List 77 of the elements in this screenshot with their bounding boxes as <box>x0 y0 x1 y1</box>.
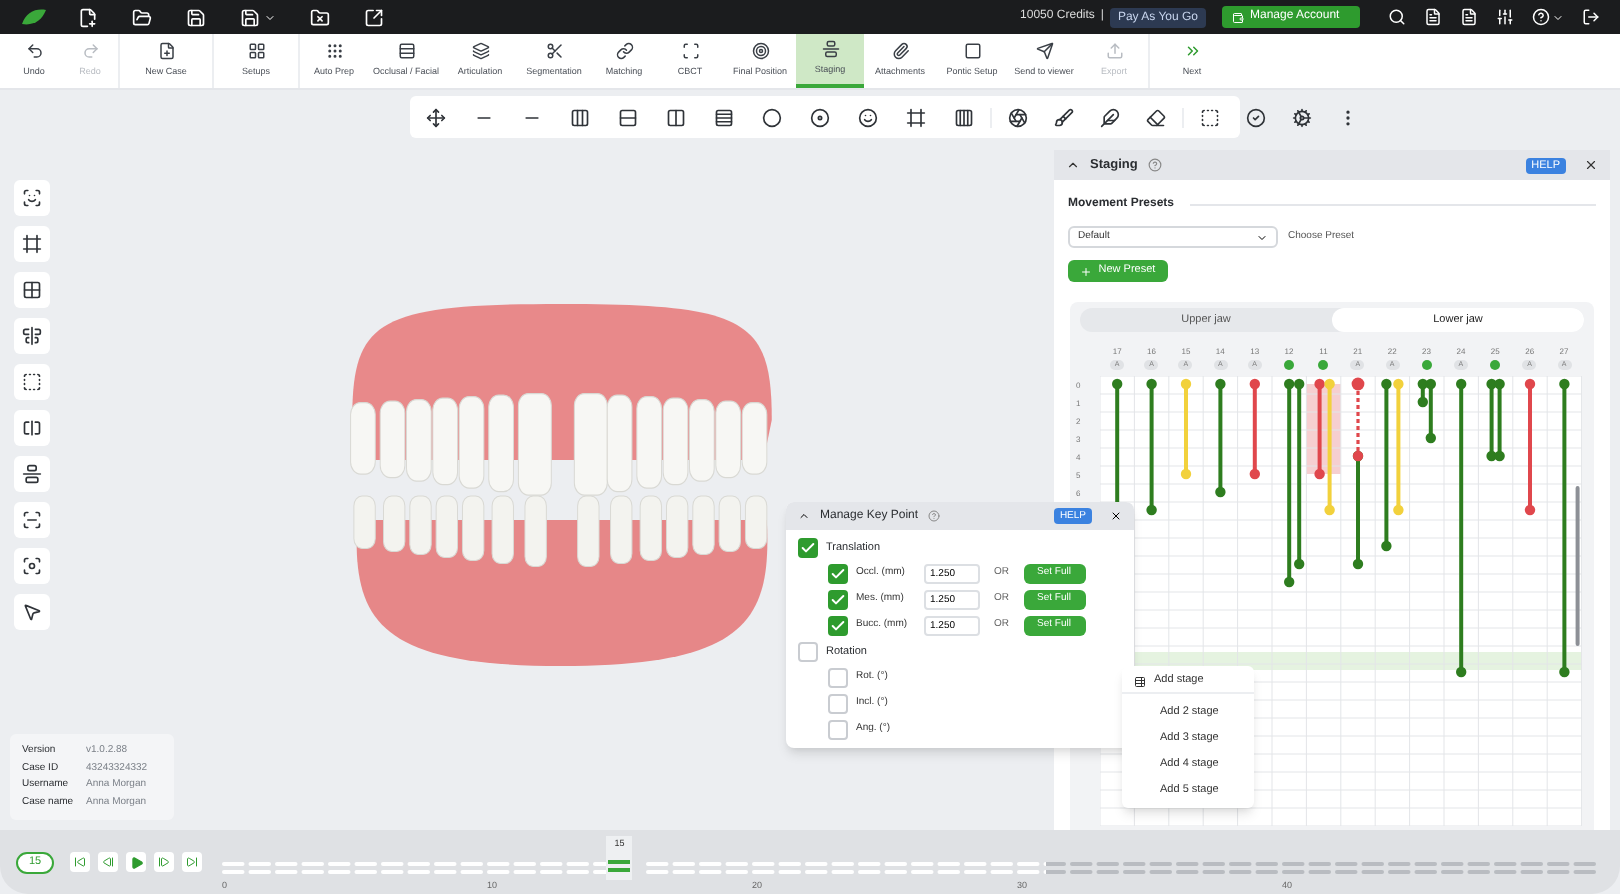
close-icon[interactable] <box>1584 158 1598 172</box>
upload-icon <box>1105 42 1123 61</box>
align-icon <box>22 326 42 346</box>
checkbox[interactable] <box>798 642 818 662</box>
side-tool-button[interactable] <box>14 548 50 584</box>
document-icon[interactable] <box>1460 8 1478 26</box>
leaf-logo-icon <box>20 8 48 26</box>
split-icon <box>22 418 42 438</box>
wheel-icon[interactable] <box>1008 107 1028 127</box>
side-tool-button[interactable] <box>14 594 50 630</box>
table-icon <box>1134 675 1146 687</box>
grid-icon <box>247 42 265 61</box>
first-stage-button[interactable] <box>70 852 90 872</box>
external-link-icon[interactable] <box>364 7 384 27</box>
chevrons-icon <box>1183 42 1201 61</box>
link-icon <box>615 42 633 61</box>
play-button[interactable] <box>126 852 146 872</box>
eraser-icon[interactable] <box>1146 107 1166 127</box>
align-icon <box>22 464 42 484</box>
last-stage-button[interactable] <box>182 852 202 872</box>
dots-icon <box>325 42 343 61</box>
collapse-icon[interactable] <box>798 510 810 522</box>
side-tool-button[interactable] <box>14 502 50 538</box>
check-circle-icon[interactable] <box>1246 107 1266 127</box>
sliders-icon[interactable] <box>1496 8 1514 26</box>
checkbox[interactable] <box>828 720 848 740</box>
folder-icon[interactable] <box>132 7 152 27</box>
side-tool-button[interactable] <box>14 364 50 400</box>
checkbox[interactable] <box>828 694 848 714</box>
search-icon[interactable] <box>1388 8 1406 26</box>
square-icon <box>963 42 981 61</box>
redo-icon <box>81 42 99 61</box>
collapse-icon[interactable] <box>1066 158 1080 172</box>
folder-x-icon[interactable] <box>310 7 330 27</box>
select-icon[interactable] <box>1200 107 1220 127</box>
side-tool-button[interactable] <box>14 180 50 216</box>
caret-icon <box>1256 231 1268 243</box>
brush-icon[interactable] <box>1054 107 1074 127</box>
save-icon[interactable] <box>240 7 260 27</box>
caret-icon[interactable] <box>264 11 276 23</box>
scissors-icon <box>545 42 563 61</box>
target-icon <box>751 42 769 61</box>
checkbox[interactable] <box>798 538 818 558</box>
rows-icon <box>397 42 415 61</box>
send-icon <box>1035 42 1053 61</box>
align-icon <box>821 40 839 59</box>
checkbox[interactable] <box>828 564 848 584</box>
focus-icon <box>22 556 42 576</box>
grid-icon <box>22 280 42 300</box>
move-icon[interactable] <box>426 107 446 127</box>
side-tool-button[interactable] <box>14 456 50 492</box>
pointer-icon <box>22 602 42 622</box>
save-icon[interactable] <box>186 7 206 27</box>
side-tool-button[interactable] <box>14 318 50 354</box>
layers-icon <box>471 42 489 61</box>
previous-stage-button[interactable] <box>98 852 118 872</box>
side-tool-button[interactable] <box>14 410 50 446</box>
logout-icon[interactable] <box>1582 8 1600 26</box>
checkbox[interactable] <box>828 668 848 688</box>
wallet-icon <box>1232 11 1244 23</box>
file-plus-icon[interactable] <box>78 7 98 27</box>
file-plus-icon <box>157 42 175 61</box>
plus-icon <box>1080 265 1093 277</box>
caret-icon[interactable] <box>1552 11 1564 23</box>
scan-icon <box>22 188 42 208</box>
checkbox[interactable] <box>828 616 848 636</box>
side-tool-button[interactable] <box>14 226 50 262</box>
close-icon[interactable] <box>1110 510 1122 522</box>
next-stage-button[interactable] <box>154 852 174 872</box>
pen-icon[interactable] <box>1100 107 1120 127</box>
paperclip-icon <box>891 42 909 61</box>
undo-icon <box>25 42 43 61</box>
scan-icon <box>681 42 699 61</box>
checkbox[interactable] <box>828 590 848 610</box>
scan-line-icon <box>22 510 42 530</box>
settings-icon[interactable] <box>1292 107 1312 127</box>
side-tool-button[interactable] <box>14 272 50 308</box>
